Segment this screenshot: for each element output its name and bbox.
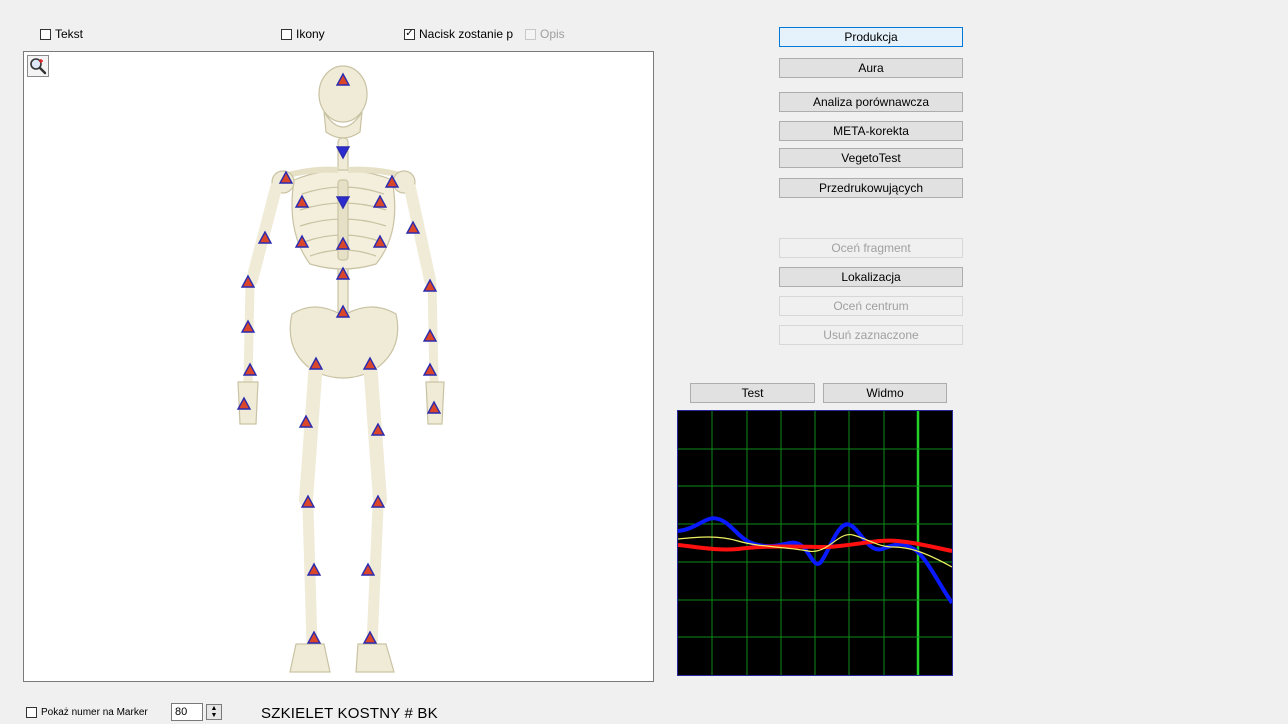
meta-korekta-button[interactable]: META-korekta [779, 121, 963, 141]
test-button[interactable]: Test [690, 383, 815, 403]
marker-number-value[interactable]: 80 [171, 703, 203, 721]
lokalizacja-button[interactable]: Lokalizacja [779, 267, 963, 287]
ocen-fragment-button[interactable]: Oceń fragment [779, 238, 963, 258]
ikony-label: Ikony [296, 27, 325, 41]
spectrum-graph [677, 410, 954, 676]
nacisk-checkbox[interactable]: ✓ Nacisk zostanie p [404, 27, 513, 41]
tekst-label: Tekst [55, 27, 84, 41]
tekst-checkbox[interactable]: Tekst [40, 27, 83, 41]
spin-buttons[interactable]: ▲ ▼ [206, 704, 222, 720]
analiza-button[interactable]: Analiza porównawcza [779, 92, 963, 112]
spin-down-icon[interactable]: ▼ [207, 712, 221, 719]
vegetotest-button[interactable]: VegetoTest [779, 148, 963, 168]
skeleton-viewer[interactable] [23, 51, 654, 682]
ikony-checkbox[interactable]: Ikony [281, 27, 325, 41]
skeleton-figure [236, 65, 445, 673]
pokaz-numer-label: Pokaż numer na Marker [41, 707, 148, 718]
spin-up-icon[interactable]: ▲ [207, 705, 221, 712]
opis-checkbox[interactable]: Opis [525, 27, 565, 41]
opis-label: Opis [540, 27, 565, 41]
nacisk-label: Nacisk zostanie p [419, 27, 514, 41]
produkcja-button[interactable]: Produkcja [779, 27, 963, 47]
checkbox-box[interactable] [40, 28, 51, 40]
checkbox-box[interactable] [26, 707, 37, 718]
marker-number-stepper[interactable]: 80 ▲ ▼ [171, 703, 225, 721]
spectrum-plot [677, 411, 954, 675]
checkbox-box-checked[interactable]: ✓ [404, 28, 415, 40]
skeleton-title: SZKIELET KOSTNY # BK [261, 705, 438, 722]
pokaz-numer-checkbox[interactable]: Pokaż numer na Marker [26, 707, 148, 718]
usun-zaznaczone-button[interactable]: Usuń zaznaczone [779, 325, 963, 345]
widmo-button[interactable]: Widmo [823, 383, 947, 403]
magnifier-plus-icon [30, 58, 47, 75]
przedrukowujacych-button[interactable]: Przedrukowujących [779, 178, 963, 198]
ocen-centrum-button[interactable]: Oceń centrum [779, 296, 963, 316]
aura-button[interactable]: Aura [779, 58, 963, 78]
zoom-button[interactable] [27, 55, 49, 77]
checkbox-box[interactable] [525, 28, 536, 40]
checkbox-box[interactable] [281, 28, 292, 40]
